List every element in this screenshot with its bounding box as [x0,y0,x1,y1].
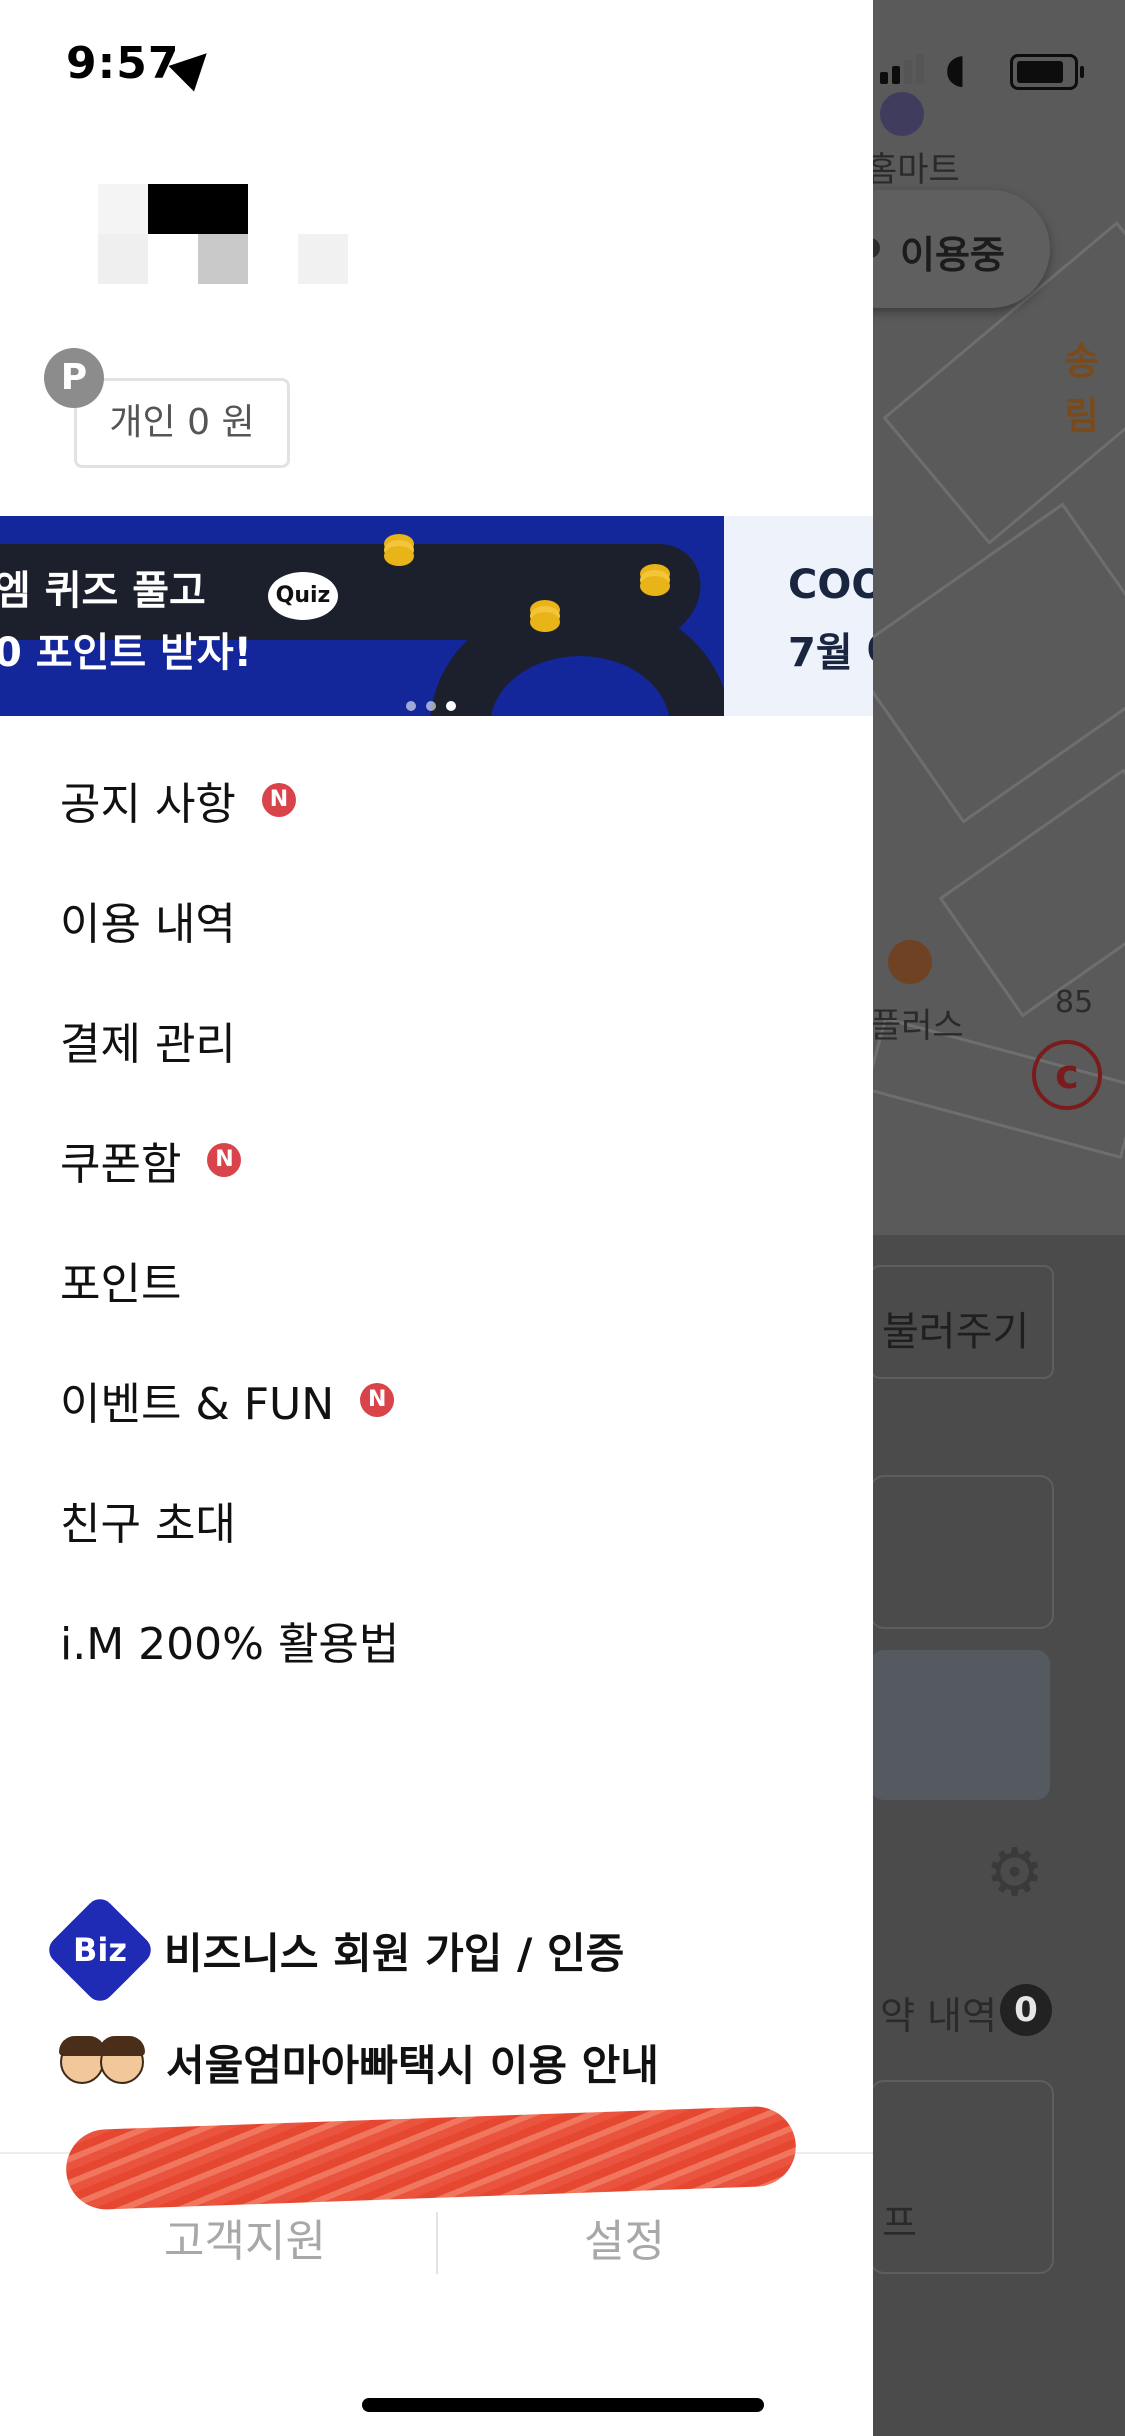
menu-item-label: i.M 200% 활용법 [60,1619,400,1670]
page-dot-active [446,701,456,711]
new-badge: N [207,1143,242,1177]
reservation-count-badge: 0 [1000,1984,1052,2036]
banner-pagination [406,696,466,715]
parent-taxi-guide-link[interactable]: 서울엄마아빠택시 이용 안내 [59,2022,659,2102]
signal-bar-icon [880,72,888,84]
menu-item-coupons[interactable]: 쿠폰함 N [60,1120,242,1200]
new-badge: N [360,1383,395,1417]
point-badge-icon: P [44,348,104,408]
menu-item-notice[interactable]: 공지 사항 N [60,760,296,840]
map-label-area: 송림 [1064,339,1099,438]
banner-slide-quiz[interactable]: Quiz 엠 퀴즈 풀고 0 포인트 받자! [0,516,724,716]
signal-bar-icon [916,54,924,84]
page-dot [426,701,436,711]
menu-item-label: 공지 사항 [60,779,236,830]
biz-icon: Biz [60,1910,140,1990]
info-box-text: 프 [882,2201,917,2245]
menu-item-label: 이용 내역 [60,899,236,950]
coin-icon [384,546,414,566]
banner-slide-next[interactable]: COO 7월 여 [724,516,873,716]
map-label-plus: 플러스 [870,1006,964,1046]
quiz-bubble: Quiz [268,572,338,620]
signal-bar-icon [904,60,912,84]
map-label-mart: 홈마트 [866,150,960,190]
info-box[interactable]: 프 [870,2080,1054,2274]
menu-item-history[interactable]: 이용 내역 [60,880,236,960]
menu-item-label: 포인트 [60,1259,182,1310]
in-use-label: 이용중 [900,233,1005,277]
coin-icon [530,612,560,632]
restaurant-pin-icon [888,940,932,984]
balance-button[interactable]: 개인 0 원 [74,378,290,468]
option-box[interactable] [870,1650,1050,1800]
banner2-line-1: COO [788,562,873,608]
menu-item-label: 쿠폰함 [60,1139,182,1190]
gear-icon[interactable]: ⚙ [985,1840,1044,1906]
banner-line-1: 엠 퀴즈 풀고 [0,568,206,614]
reservation-label[interactable]: 약 내역 [880,1985,997,2040]
menu-item-label: 친구 초대 [60,1499,236,1550]
destination-box[interactable] [870,1475,1054,1629]
battery-icon [1010,54,1084,90]
page-dot [406,701,416,711]
banner-line-2: 0 포인트 받자! [0,630,252,676]
side-drawer: 9:57 개인 0 원 P Quiz 엠 퀴즈 풀고 0 포인트 받자! COO… [0,0,873,2436]
menu-item-invite[interactable]: 친구 초대 [60,1480,236,1560]
business-signup-label: 비즈니스 회원 가입 / 인증 [164,1928,625,1978]
call-taxi-label: 불러주기 [882,1309,1030,1355]
banner2-line-2: 7월 여 [788,630,873,676]
mart-pin-icon [880,92,924,136]
parents-icon [59,2034,150,2090]
taxi-location-icon: c [1032,1040,1102,1110]
wifi-icon: ◖ [945,46,967,92]
signal-bar-icon [892,66,900,84]
menu-item-label: 이벤트 & FUN [60,1379,335,1430]
new-badge: N [261,783,296,817]
call-taxi-button[interactable]: 불러주기 [870,1265,1054,1379]
map-number-label: 85 [1055,985,1094,1020]
menu-item-events[interactable]: 이벤트 & FUN N [60,1360,395,1440]
menu-item-guide[interactable]: i.M 200% 활용법 [60,1600,399,1680]
business-signup-link[interactable]: Biz 비즈니스 회원 가입 / 인증 [60,1910,624,1990]
footer-separator [436,2212,438,2274]
promo-banner[interactable]: Quiz 엠 퀴즈 풀고 0 포인트 받자! COO 7월 여 [0,516,873,716]
customer-support-link[interactable]: 고객지원 [164,2205,326,2269]
menu-item-label: 결제 관리 [60,1019,236,1070]
coin-icon [640,576,670,596]
menu-item-payment[interactable]: 결제 관리 [60,1000,236,1080]
home-indicator[interactable] [362,2398,764,2412]
redaction-scribble [64,2105,798,2211]
parent-taxi-guide-label: 서울엄마아빠택시 이용 안내 [166,2040,659,2090]
menu-item-points[interactable]: 포인트 [60,1240,181,1320]
settings-link[interactable]: 설정 [584,2205,665,2269]
status-time: 9:57 [66,38,180,89]
